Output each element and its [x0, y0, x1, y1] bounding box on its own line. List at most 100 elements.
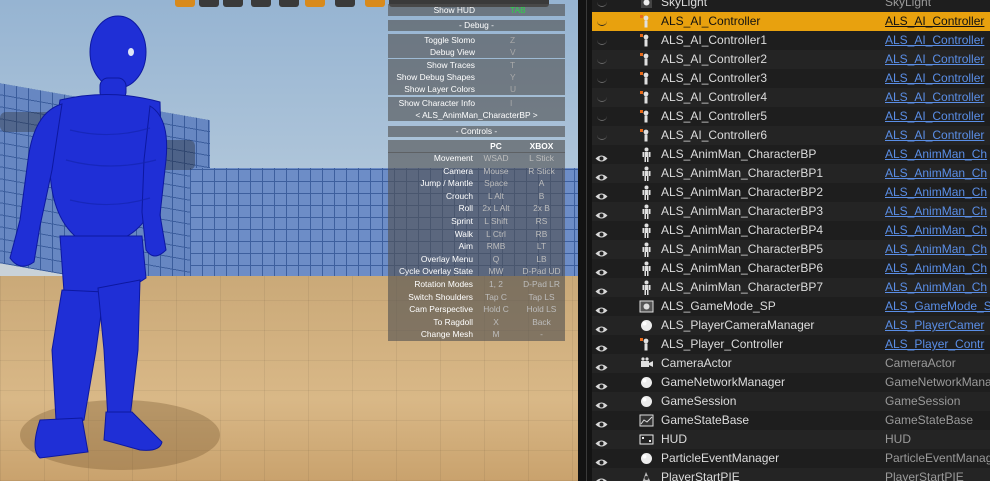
- actor-type-link[interactable]: ALS_AnimMan_Ch: [885, 145, 987, 164]
- actor-type-link[interactable]: ALS_GameMode_S: [885, 297, 990, 316]
- visibility-eye-icon[interactable]: [595, 321, 608, 333]
- outliner-row[interactable]: ALS_AI_Controller2 ALS_AI_Controller: [592, 50, 990, 69]
- visibility-eye-icon[interactable]: [595, 340, 608, 352]
- actor-type-link[interactable]: ALS_AnimMan_Ch: [885, 164, 987, 183]
- outliner-row[interactable]: ALS_AnimMan_CharacterBP5 ALS_AnimMan_Ch: [592, 240, 990, 259]
- panel-splitter[interactable]: [578, 0, 592, 481]
- outliner-row[interactable]: ALS_AI_Controller5 ALS_AI_Controller: [592, 107, 990, 126]
- outliner-row[interactable]: CameraActor CameraActor: [592, 354, 990, 373]
- control-row: Jump / Mantle Space A: [388, 177, 565, 190]
- toolbar-button[interactable]: [279, 0, 299, 7]
- outliner-row[interactable]: ALS_AnimMan_CharacterBP7 ALS_AnimMan_Ch: [592, 278, 990, 297]
- mannequin-character[interactable]: [0, 0, 260, 481]
- actor-type: GameSession: [885, 394, 961, 408]
- actor-type-link[interactable]: ALS_AnimMan_Ch: [885, 221, 987, 240]
- visibility-eye-icon[interactable]: [595, 188, 608, 200]
- actor-name: ALS_AI_Controller3: [661, 71, 768, 85]
- actor-type-link[interactable]: ALS_PlayerCamer: [885, 316, 984, 335]
- control-row: Cycle Overlay State MW D-Pad UD: [388, 265, 565, 278]
- outliner-row[interactable]: ALS_AnimMan_CharacterBP ALS_AnimMan_Ch: [592, 145, 990, 164]
- toolbar-button[interactable]: [305, 0, 325, 7]
- outliner-row[interactable]: GameStateBase GameStateBase: [592, 411, 990, 430]
- actor-name: ALS_AnimMan_CharacterBP6: [661, 261, 824, 275]
- actor-name: ParticleEventManager: [661, 451, 780, 465]
- control-action: Rotation Modes: [414, 279, 473, 289]
- control-xbox-key: LB: [536, 253, 547, 264]
- outliner-row[interactable]: GameNetworkManager GameNetworkMana: [592, 373, 990, 392]
- toolbar-button[interactable]: [251, 0, 271, 7]
- actor-type-link[interactable]: ALS_AI_Controller: [885, 88, 984, 107]
- outliner-row[interactable]: PlayerStartPIE PlayerStartPIE: [592, 468, 990, 481]
- outliner-row[interactable]: ALS_GameMode_SP ALS_GameMode_S: [592, 297, 990, 316]
- control-row: Cam Perspective Hold C Hold LS: [388, 303, 565, 316]
- toolbar-button[interactable]: [335, 0, 355, 7]
- outliner-row[interactable]: ALS_AI_Controller1 ALS_AI_Controller: [592, 31, 990, 50]
- actor-type-link[interactable]: ALS_AnimMan_Ch: [885, 240, 987, 259]
- actor-name: ALS_AnimMan_CharacterBP7: [661, 280, 824, 294]
- visibility-eye-icon[interactable]: [595, 397, 608, 409]
- actor-type-link[interactable]: ALS_AI_Controller: [885, 50, 984, 69]
- visibility-eye-icon[interactable]: [595, 302, 608, 314]
- actor-name: GameStateBase: [661, 413, 750, 427]
- visibility-eye-icon[interactable]: [595, 454, 608, 466]
- outliner-row[interactable]: ALS_AI_Controller6 ALS_AI_Controller: [592, 126, 990, 145]
- outliner-row[interactable]: GameSession GameSession: [592, 392, 990, 411]
- visibility-eye-icon[interactable]: [595, 264, 608, 276]
- outliner-row[interactable]: ALS_AnimMan_CharacterBP1 ALS_AnimMan_Ch: [592, 164, 990, 183]
- actor-type-link[interactable]: ALS_AnimMan_Ch: [885, 259, 987, 278]
- control-action: Sprint: [451, 216, 473, 226]
- actor-type-link[interactable]: ALS_AI_Controller: [885, 12, 984, 31]
- toolbar-button[interactable]: [365, 0, 385, 7]
- character-selector: < ALS_AnimMan_CharacterBP >: [388, 109, 565, 121]
- debug-item-row: Show Traces T: [388, 58, 565, 71]
- toolbar-button[interactable]: [199, 0, 219, 7]
- hierarchy-connector: [597, 115, 607, 121]
- outliner-row[interactable]: ALS_AnimMan_CharacterBP2 ALS_AnimMan_Ch: [592, 183, 990, 202]
- outliner-row[interactable]: ALS_AnimMan_CharacterBP3 ALS_AnimMan_Ch: [592, 202, 990, 221]
- control-action: Jump / Mantle: [420, 178, 473, 189]
- actor-name: ALS_AnimMan_CharacterBP1: [661, 166, 824, 180]
- level-viewport[interactable]: Show HUD TAB - Debug - Toggle Slomo Z Debu…: [0, 0, 578, 481]
- visibility-eye-icon[interactable]: [595, 473, 608, 481]
- actor-type-link[interactable]: ALS_AI_Controller: [885, 31, 984, 50]
- toolbar-button[interactable]: [223, 0, 243, 7]
- actor-type-link[interactable]: ALS_AI_Controller: [885, 69, 984, 88]
- gamestate-icon: [639, 413, 654, 428]
- actor-type-link[interactable]: ALS_AnimMan_Ch: [885, 202, 987, 221]
- control-xbox-key: L Stick: [529, 153, 554, 163]
- visibility-eye-icon[interactable]: [595, 435, 608, 447]
- playerstart-icon: [639, 470, 654, 481]
- visibility-eye-icon[interactable]: [595, 378, 608, 390]
- control-row: Sprint L Shift RS: [388, 215, 565, 228]
- outliner-row[interactable]: ALS_AI_Controller3 ALS_AI_Controller: [592, 69, 990, 88]
- actor-type-link[interactable]: ALS_Player_Contr: [885, 335, 984, 354]
- outliner-row[interactable]: ALS_PlayerCameraManager ALS_PlayerCamer: [592, 316, 990, 335]
- toolbar-button[interactable]: [175, 0, 195, 7]
- visibility-eye-icon[interactable]: [595, 150, 608, 162]
- outliner-row[interactable]: ALS_AnimMan_CharacterBP4 ALS_AnimMan_Ch: [592, 221, 990, 240]
- visibility-eye-icon[interactable]: [595, 283, 608, 295]
- actor-type-link[interactable]: ALS_AI_Controller: [885, 126, 984, 145]
- control-row: Movement WSAD L Stick: [388, 152, 565, 165]
- visibility-eye-icon[interactable]: [595, 416, 608, 428]
- actor-name: SkyLight: [661, 0, 708, 9]
- control-row: Walk L Ctrl RB: [388, 227, 565, 241]
- character-icon: [639, 185, 654, 200]
- outliner-row[interactable]: ALS_AI_Controller4 ALS_AI_Controller: [592, 88, 990, 107]
- outliner-row[interactable]: SkyLight SkyLight: [592, 0, 990, 12]
- outliner-row[interactable]: HUD HUD: [592, 430, 990, 449]
- actor-type-link[interactable]: ALS_AI_Controller: [885, 107, 984, 126]
- visibility-eye-icon[interactable]: [595, 359, 608, 371]
- visibility-eye-icon[interactable]: [595, 207, 608, 219]
- control-xbox-key: RS: [535, 216, 548, 226]
- actor-type-link[interactable]: ALS_AnimMan_Ch: [885, 278, 987, 297]
- outliner-row[interactable]: ALS_AI_Controller ALS_AI_Controller: [592, 12, 990, 31]
- visibility-eye-icon[interactable]: [595, 169, 608, 181]
- outliner-row[interactable]: ALS_Player_Controller ALS_Player_Contr: [592, 335, 990, 354]
- outliner-row[interactable]: ParticleEventManager ParticleEventManag: [592, 449, 990, 468]
- visibility-eye-icon[interactable]: [595, 245, 608, 257]
- actor-type-link[interactable]: ALS_AnimMan_Ch: [885, 183, 987, 202]
- visibility-eye-icon[interactable]: [595, 226, 608, 238]
- outliner-row[interactable]: ALS_AnimMan_CharacterBP6 ALS_AnimMan_Ch: [592, 259, 990, 278]
- actor-name: ALS_GameMode_SP: [661, 299, 776, 313]
